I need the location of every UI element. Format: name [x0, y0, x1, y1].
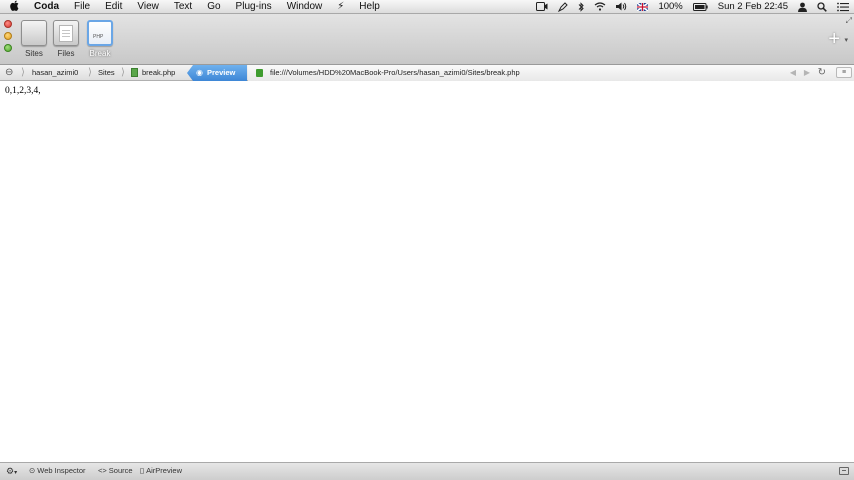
uk-flag-icon[interactable]	[632, 0, 653, 14]
page-output: 0,1,2,3,4,	[5, 86, 41, 96]
sites-thumbnail-icon	[21, 20, 47, 46]
bluetooth-icon[interactable]	[573, 0, 589, 14]
wifi-icon[interactable]	[589, 0, 611, 14]
reload-icon[interactable]: ↻	[818, 65, 826, 81]
preview-tab[interactable]: ◉ Preview	[187, 65, 247, 81]
url-field[interactable]: file:///Volumes/HDD%20MacBook-Pro/Users/…	[248, 65, 854, 81]
volume-icon[interactable]	[611, 0, 632, 14]
spotlight-icon[interactable]	[812, 0, 832, 14]
menu-window[interactable]: Window	[280, 0, 331, 14]
airpreview-button[interactable]: ▯ AirPreview	[140, 463, 182, 479]
menu-text[interactable]: Text	[167, 0, 200, 14]
notification-center-icon[interactable]	[832, 0, 854, 14]
menu-coda[interactable]: Coda	[30, 0, 67, 14]
battery-icon[interactable]	[688, 0, 713, 14]
zoom-window-button[interactable]	[4, 44, 12, 52]
menu-file[interactable]: File	[67, 0, 98, 14]
preview-content: 0,1,2,3,4,	[0, 82, 854, 462]
menu-go[interactable]: Go	[200, 0, 228, 14]
battery-percent: 100%	[658, 0, 683, 12]
user-icon[interactable]	[793, 0, 812, 14]
preview-tab-label: Preview	[207, 68, 236, 77]
menu-bar: Coda File Edit View Text Go Plug-ins Win…	[0, 0, 854, 14]
options-menu-icon[interactable]: ≡	[836, 67, 852, 78]
files-thumbnail-icon	[53, 20, 79, 46]
pen-icon[interactable]	[553, 0, 573, 14]
menu-plug-ins[interactable]: Plug-ins	[229, 0, 280, 14]
panel-toggle-icon[interactable]	[839, 467, 849, 475]
php-thumb-text: PHP	[93, 34, 104, 40]
url-text[interactable]: file:///Volumes/HDD%20MacBook-Pro/Users/…	[270, 65, 520, 81]
breadcrumb-separator: ⟩	[21, 67, 25, 78]
inspector-icon: ⊙	[29, 466, 36, 475]
breadcrumb-folder[interactable]: Sites	[98, 65, 115, 81]
back-icon[interactable]: ◀	[790, 65, 796, 81]
toolbar-break-label: Break	[89, 49, 111, 58]
path-bar: ⊖ ⟩ hasan_azimi0 ⟩ Sites ⟩ break.php ◉ P…	[0, 65, 854, 81]
web-inspector-label: Web Inspector	[37, 466, 86, 475]
apple-menu-icon[interactable]	[0, 0, 30, 14]
toolbar-break-tab[interactable]: PHP Break	[85, 20, 115, 58]
chevron-down-icon[interactable]: ▾	[844, 36, 848, 44]
bottom-bar: ⚙▾ ⊙ Web Inspector <> Source ▯ AirPreview	[0, 462, 854, 480]
breadcrumb-site[interactable]: hasan_azimi0	[32, 65, 78, 81]
forward-icon[interactable]: ▶	[804, 65, 810, 81]
minimize-window-button[interactable]	[4, 32, 12, 40]
close-window-button[interactable]	[4, 20, 12, 28]
php-file-thumbnail-icon: PHP	[87, 20, 113, 46]
web-inspector-button[interactable]: ⊙ Web Inspector	[29, 463, 86, 479]
eye-icon: ◉	[196, 68, 203, 77]
toolbar-sites-button[interactable]: Sites	[19, 20, 49, 58]
source-button[interactable]: <> Source	[98, 463, 133, 479]
fullscreen-icon[interactable]: ⤢	[846, 16, 852, 26]
menu-edit[interactable]: Edit	[98, 0, 130, 14]
gear-icon[interactable]: ⚙▾	[6, 463, 17, 480]
add-tab-button[interactable]: +	[828, 29, 840, 49]
breadcrumb-file[interactable]: break.php	[142, 65, 175, 81]
clock[interactable]: Sun 2 Feb 22:45	[713, 0, 793, 14]
breadcrumb-separator: ⟩	[88, 67, 92, 78]
publish-status-icon[interactable]: ⊖	[5, 65, 13, 81]
toolbar-files-button[interactable]: Files	[51, 20, 81, 58]
device-icon: ▯	[140, 466, 145, 475]
status-area: 100% Sun 2 Feb 22:45	[531, 0, 854, 14]
php-file-icon	[131, 65, 138, 81]
menu-help[interactable]: Help	[352, 0, 388, 14]
screen-recording-icon[interactable]	[531, 0, 553, 14]
toolbar-files-label: Files	[57, 49, 75, 58]
menu-scripts-icon[interactable]: ⚡	[330, 0, 352, 14]
code-icon: <>	[98, 466, 107, 475]
toolbar-sites-label: Sites	[25, 49, 43, 58]
breadcrumb-separator: ⟩	[121, 67, 125, 78]
menu-view[interactable]: View	[130, 0, 167, 14]
source-label: Source	[108, 466, 133, 475]
airpreview-label: AirPreview	[146, 466, 182, 475]
window-toolbar: Sites Files PHP Break ⤢ + ▾	[0, 14, 854, 65]
php-file-icon	[256, 69, 263, 77]
